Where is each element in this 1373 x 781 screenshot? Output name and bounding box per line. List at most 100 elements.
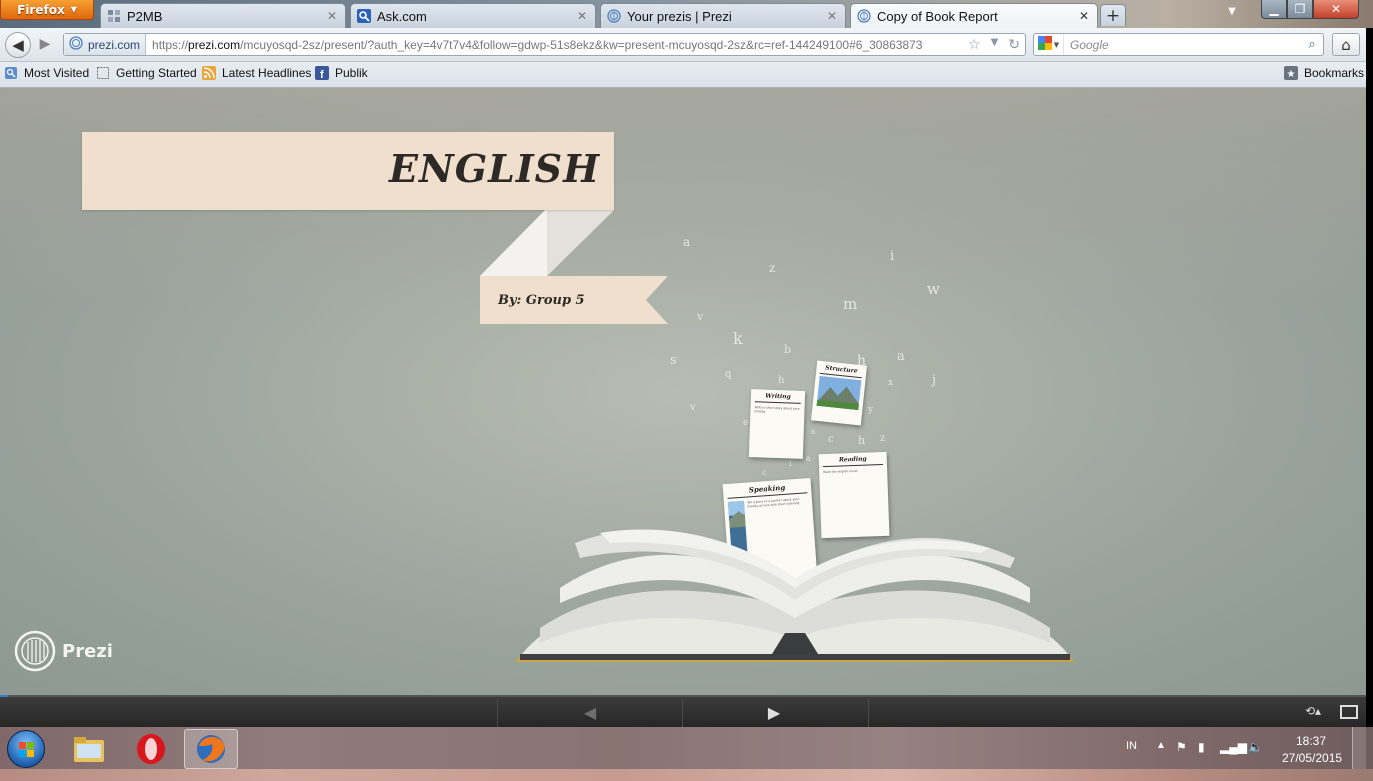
window-restore-button[interactable]: ❐ [1287, 0, 1313, 19]
bookmark-most-visited[interactable]: Most Visited [4, 66, 89, 80]
url-dropdown-icon[interactable]: ▼ [991, 37, 999, 53]
bookmark-getting-started[interactable]: Getting Started [96, 66, 197, 80]
network-signal-icon[interactable]: ▂▄▆ [1220, 740, 1247, 754]
window-minimize-button[interactable]: ▁ [1261, 0, 1287, 19]
bookmarks-toolbar: Most Visited Getting Started Latest Head… [0, 62, 1366, 88]
previous-step-button[interactable]: ◀ [580, 703, 600, 723]
tab-close-icon[interactable]: ✕ [1077, 9, 1091, 23]
chevron-down-icon: ▼ [70, 5, 77, 14]
divider [497, 699, 498, 727]
bookmark-label: Latest Headlines [222, 66, 312, 80]
tab-p2mb[interactable]: P2MB ✕ [100, 3, 346, 28]
opera-icon [137, 734, 165, 764]
tab-ask[interactable]: Ask.com ✕ [350, 3, 596, 28]
taskbar-opera[interactable] [124, 729, 178, 769]
navigation-toolbar: ◀ ▶ prezi.com https://prezi.com/mcuyosqd… [0, 28, 1366, 62]
tab-copy-of-book-report[interactable]: Copy of Book Report ✕ [850, 3, 1098, 28]
globe-icon [69, 36, 83, 53]
taskbar-explorer[interactable] [62, 729, 116, 769]
show-desktop-button[interactable] [1352, 727, 1366, 769]
search-input[interactable]: Google [1064, 38, 1301, 52]
firefox-icon [197, 735, 225, 763]
fullscreen-button[interactable] [1340, 705, 1358, 719]
folder-icon [74, 737, 104, 762]
taskbar-firefox[interactable] [184, 729, 238, 769]
url-host: prezi.com [188, 37, 241, 52]
tab-close-icon[interactable]: ✕ [825, 9, 839, 23]
prezi-favicon-icon [607, 9, 621, 23]
chevron-down-icon: ▼ [1053, 40, 1060, 49]
list-all-tabs-icon[interactable]: ▼ [1224, 6, 1240, 22]
home-icon: ⌂ [1341, 35, 1351, 54]
tab-label: Ask.com [377, 8, 427, 24]
tab-label: Copy of Book Report [877, 8, 998, 24]
bookmark-latest-headlines[interactable]: Latest Headlines [202, 66, 311, 80]
restore-icon: ❐ [1294, 2, 1306, 16]
minimize-icon: ▁ [1269, 2, 1279, 16]
google-icon [1037, 36, 1052, 53]
arrow-left-icon: ◀ [583, 703, 597, 722]
most-visited-icon [4, 66, 18, 80]
page-icon [96, 66, 110, 80]
bookmarks-menu-button[interactable]: ★ Bookmarks [1284, 66, 1364, 80]
arrow-right-icon: ▶ [767, 703, 781, 722]
tab-label: Your prezis | Prezi [627, 8, 732, 24]
presentation-canvas[interactable]: ENGLISH By: Group 5 a z i w m v k b s h … [0, 88, 1366, 695]
url-path: /mcuyosqd-2sz/present/?auth_key=4v7t7v4&… [240, 37, 923, 52]
window-close-button[interactable]: ✕ [1313, 0, 1359, 19]
search-bar[interactable]: ▼ Google ⌕ [1033, 33, 1324, 56]
bookmark-label: Most Visited [24, 66, 90, 80]
reload-icon[interactable]: ↻ [1008, 37, 1020, 53]
autoplay-icon: ⟲▴ [1305, 704, 1322, 718]
svg-text:★: ★ [1287, 69, 1296, 80]
prezi-logo-text: Prezi [62, 640, 113, 662]
p2mb-favicon-icon [107, 9, 121, 23]
tab-close-icon[interactable]: ✕ [325, 9, 339, 23]
clock-date[interactable]: 27/05/2015 [1282, 751, 1342, 765]
open-book [515, 529, 1075, 662]
tab-your-prezis[interactable]: Your prezis | Prezi ✕ [600, 3, 846, 28]
search-icon[interactable]: ⌕ [1301, 37, 1323, 52]
language-indicator[interactable]: IN [1126, 740, 1137, 752]
system-tray: IN ▲ ⚑ ▮ ▂▄▆ 🔈 18:37 27/05/2015 [1120, 727, 1350, 769]
prezi-logo[interactable]: Prezi [14, 630, 113, 672]
url-input[interactable]: https://prezi.com/mcuyosqd-2sz/present/?… [146, 38, 963, 52]
home-button[interactable]: ⌂ [1332, 33, 1360, 56]
firefox-menu-button[interactable]: Firefox ▼ [0, 0, 94, 20]
autoplay-button[interactable]: ⟲▴ [1305, 704, 1329, 722]
search-engine-selector[interactable]: ▼ [1034, 34, 1064, 55]
divider [682, 699, 683, 727]
url-prefix: https:// [152, 37, 189, 52]
next-step-button[interactable]: ▶ [764, 703, 784, 723]
url-bar[interactable]: prezi.com https://prezi.com/mcuyosqd-2sz… [63, 33, 1026, 56]
bookmarks-star-icon: ★ [1284, 66, 1298, 80]
back-button[interactable]: ◀ [5, 32, 31, 58]
site-identity-button[interactable]: prezi.com [64, 34, 147, 55]
prezi-favicon-icon [857, 9, 871, 23]
presentation-controls: ◀ ▶ ⟲▴ [0, 695, 1366, 727]
rss-icon [202, 66, 216, 80]
bookmarks-menu-label: Bookmarks [1304, 66, 1365, 80]
power-icon[interactable]: ▮ [1198, 740, 1205, 754]
firefox-menu-label: Firefox [17, 2, 65, 17]
arrow-left-icon: ◀ [12, 36, 24, 54]
search-favicon-icon [357, 9, 371, 23]
presentation-progress-bar [0, 695, 8, 697]
volume-icon[interactable]: 🔈 [1248, 740, 1263, 754]
tab-close-icon[interactable]: ✕ [575, 9, 589, 23]
start-button[interactable] [7, 730, 45, 768]
bookmark-publik[interactable]: f Publik [315, 66, 368, 80]
prezi-logo-icon [14, 630, 56, 672]
divider [868, 699, 869, 727]
clock-time[interactable]: 18:37 [1296, 734, 1326, 748]
plus-icon: + [1105, 5, 1121, 26]
tab-bar: Firefox ▼ P2MB ✕ Ask.com ✕ Your prezis |… [0, 0, 1373, 28]
arrow-right-icon: ▶ [39, 36, 51, 52]
windows-taskbar: IN ▲ ⚑ ▮ ▂▄▆ 🔈 18:37 27/05/2015 [0, 727, 1373, 781]
bookmark-star-icon[interactable]: ☆ [968, 37, 981, 53]
site-identity-label: prezi.com [88, 37, 141, 52]
show-hidden-icons-icon[interactable]: ▲ [1156, 740, 1166, 751]
new-tab-button[interactable]: + [1100, 4, 1126, 26]
forward-button[interactable]: ▶ [34, 36, 56, 54]
action-center-flag-icon[interactable]: ⚑ [1176, 740, 1187, 754]
